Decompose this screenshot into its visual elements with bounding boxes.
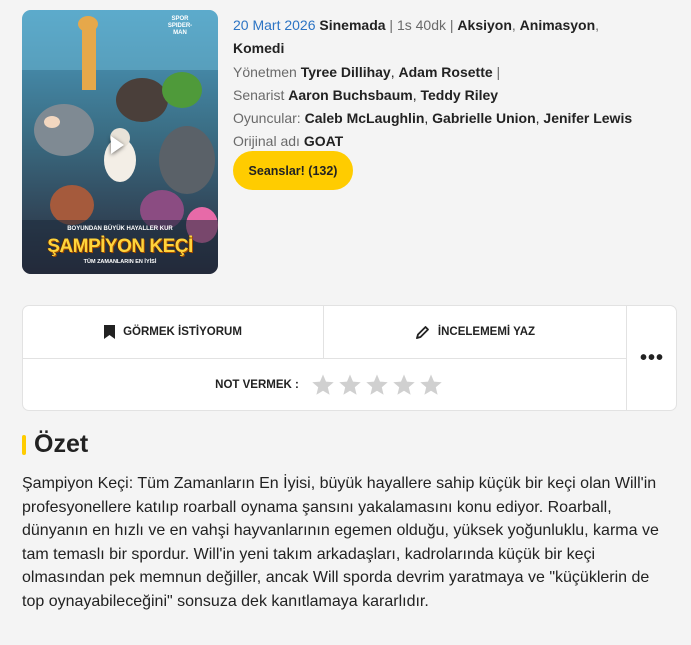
separator: | (449, 17, 454, 33)
writer-label: Senarist (233, 87, 285, 103)
genre-link[interactable]: Komedi (233, 40, 284, 56)
release-where: Sinemada (319, 17, 386, 33)
cast-link[interactable]: Jenifer Lewis (543, 110, 632, 126)
writer-link[interactable]: Teddy Riley (421, 87, 499, 103)
poster-tagline: BOYUNDAN BÜYÜK HAYALLER KUR (67, 226, 173, 232)
separator: | (496, 64, 501, 80)
original-title: GOAT (303, 133, 344, 149)
director-row: Yönetmen Tyree Dillihay, Adam Rosette | (233, 64, 501, 80)
release-date[interactable]: 20 Mart 2026 (233, 17, 316, 33)
rating-row: NOT VERMEK : (23, 359, 626, 410)
summary-heading: Özet (22, 430, 88, 459)
heading-accent-bar (22, 434, 26, 455)
cast-label: Oyuncular: (233, 110, 301, 126)
original-title-label: Orijinal adı (233, 133, 300, 149)
star-icon[interactable] (338, 373, 362, 397)
play-trailer-icon[interactable] (111, 136, 124, 154)
writer-row: Senarist Aaron Buchsbaum, Teddy Riley (233, 87, 499, 103)
poster-subtitle: TÜM ZAMANLARIN EN İYİSİ (83, 259, 157, 265)
watchlist-label: GÖRMEK İSTİYORUM (123, 326, 242, 338)
director-link[interactable]: Tyree Dillihay (301, 64, 391, 80)
star-icon[interactable] (392, 373, 416, 397)
write-review-button[interactable]: İNCELEMEMİ YAZ (324, 306, 626, 359)
director-link[interactable]: Adam Rosette (399, 64, 493, 80)
director-label: Yönetmen (233, 64, 297, 80)
sessions-button[interactable]: Seanslar! (132) (233, 151, 353, 190)
pencil-icon (415, 325, 429, 339)
star-icon[interactable] (419, 373, 443, 397)
genre-link[interactable]: Animasyon (520, 17, 595, 33)
watchlist-button[interactable]: GÖRMEK İSTİYORUM (23, 306, 324, 359)
star-icon[interactable] (311, 373, 335, 397)
poster-badge: SPOR SPIDER-MAN (167, 16, 193, 36)
release-row: 20 Mart 2026 Sinemada | 1s 40dk | Aksiyo… (233, 17, 600, 56)
separator: | (389, 17, 394, 33)
cast-link[interactable]: Gabrielle Union (432, 110, 535, 126)
movie-poster[interactable]: SPOR SPIDER-MAN BOYUNDAN BÜYÜK HAYALLER … (22, 10, 218, 274)
writer-link[interactable]: Aaron Buchsbaum (288, 87, 412, 103)
more-dots-icon: ••• (639, 346, 664, 369)
movie-info: 20 Mart 2026 Sinemada | 1s 40dk | Aksiyo… (233, 14, 673, 153)
cast-link[interactable]: Caleb McLaughlin (305, 110, 425, 126)
action-panel: GÖRMEK İSTİYORUM İNCELEMEMİ YAZ ••• NOT … (22, 305, 677, 411)
cast-row: Oyuncular: Caleb McLaughlin, Gabrielle U… (233, 110, 633, 126)
star-icon[interactable] (365, 373, 389, 397)
bookmark-icon (104, 325, 116, 339)
original-title-row: Orijinal adı GOAT (233, 130, 673, 153)
rating-label: NOT VERMEK : (215, 378, 299, 391)
summary-title: Özet (34, 430, 89, 458)
poster-title: ŞAMPİYON KEÇİ (47, 236, 193, 257)
summary-text: Şampiyon Keçi: Tüm Zamanların En İyisi, … (22, 475, 659, 610)
write-review-label: İNCELEMEMİ YAZ (437, 326, 536, 338)
duration: 1s 40dk (396, 17, 446, 33)
more-options-button[interactable]: ••• (626, 306, 677, 410)
genre-link[interactable]: Aksiyon (457, 17, 511, 33)
